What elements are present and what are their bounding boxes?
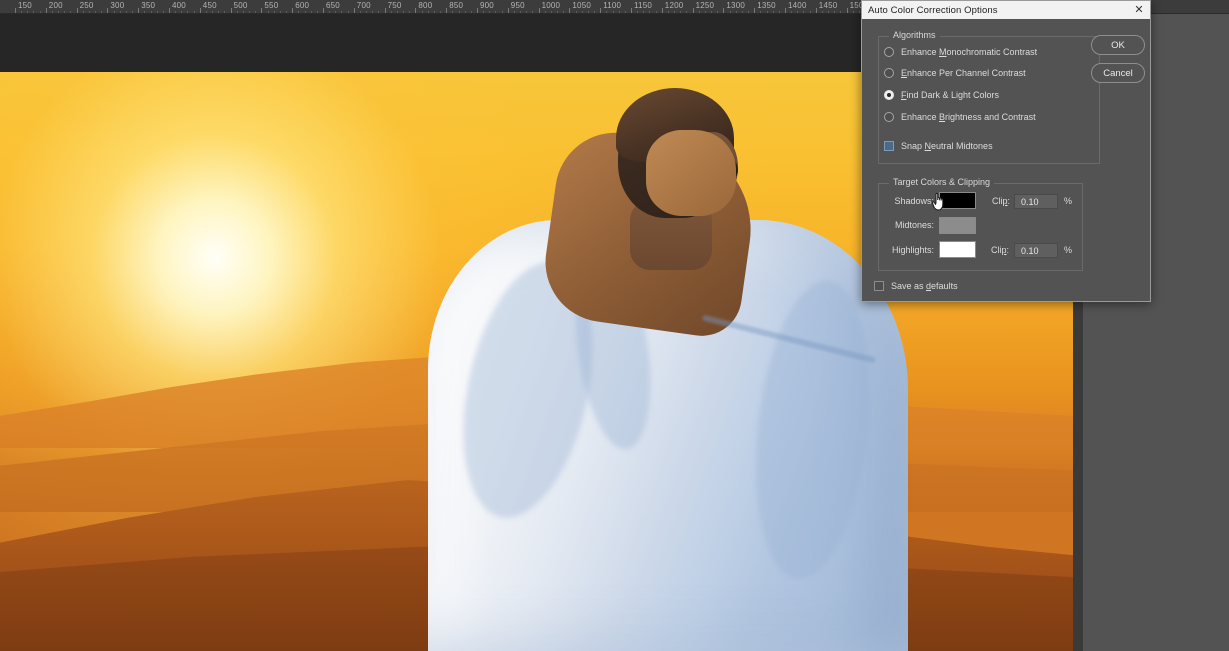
dialog-title-bar[interactable]: Auto Color Correction Options ✕ bbox=[862, 1, 1150, 19]
checkbox-icon bbox=[884, 141, 894, 151]
ruler-label: 250 bbox=[80, 0, 94, 12]
shadows-percent-label: % bbox=[1064, 196, 1072, 206]
radio-label: Find Dark & Light Colors bbox=[901, 90, 999, 100]
checkbox-label: Snap Neutral Midtones bbox=[901, 141, 993, 151]
ruler-label: 550 bbox=[264, 0, 278, 12]
dialog-body: Algorithms Enhance Monochromatic Contras… bbox=[862, 19, 1150, 301]
shadows-label: Shadows: bbox=[872, 196, 934, 206]
ruler-label: 500 bbox=[234, 0, 248, 12]
auto-color-correction-dialog[interactable]: Auto Color Correction Options ✕ Algorith… bbox=[861, 0, 1151, 302]
radio-enhance-per-channel-contrast[interactable]: Enhance Per Channel Contrast bbox=[884, 68, 1026, 78]
highlights-clip-label: Clip: bbox=[991, 245, 1009, 255]
midtones-color-swatch[interactable] bbox=[939, 217, 976, 234]
target-colors-legend: Target Colors & Clipping bbox=[889, 177, 994, 187]
ruler-label: 750 bbox=[388, 0, 402, 12]
ruler-label: 650 bbox=[326, 0, 340, 12]
ruler-label: 350 bbox=[141, 0, 155, 12]
ruler-label: 850 bbox=[449, 0, 463, 12]
radio-enhance-brightness-and-contrast[interactable]: Enhance Brightness and Contrast bbox=[884, 112, 1036, 122]
highlights-clip-input[interactable]: 0.10 bbox=[1014, 243, 1058, 258]
radio-icon bbox=[884, 112, 894, 122]
ok-button[interactable]: OK bbox=[1091, 35, 1145, 55]
radio-enhance-monochromatic-contrast[interactable]: Enhance Monochromatic Contrast bbox=[884, 47, 1037, 57]
ruler-label: 400 bbox=[172, 0, 186, 12]
shirt-fold bbox=[743, 275, 884, 585]
ruler-label: 200 bbox=[49, 0, 63, 12]
ruler-label: 450 bbox=[203, 0, 217, 12]
checkbox-icon bbox=[874, 281, 884, 291]
ruler-label: 800 bbox=[418, 0, 432, 12]
ruler-label: 900 bbox=[480, 0, 494, 12]
hand-pointer-cursor bbox=[931, 191, 949, 211]
dialog-title: Auto Color Correction Options bbox=[868, 5, 998, 16]
cancel-button[interactable]: Cancel bbox=[1091, 63, 1145, 83]
radio-icon bbox=[884, 47, 894, 57]
cancel-button-label: Cancel bbox=[1103, 68, 1133, 79]
shadows-clip-value: 0.10 bbox=[1021, 197, 1039, 207]
radio-icon-selected bbox=[884, 90, 894, 100]
ok-button-label: OK bbox=[1111, 40, 1125, 51]
radio-label: Enhance Brightness and Contrast bbox=[901, 112, 1036, 122]
ruler-label: 600 bbox=[295, 0, 309, 12]
checkbox-label: Save as defaults bbox=[891, 281, 958, 291]
shadows-clip-input[interactable]: 0.10 bbox=[1014, 194, 1058, 209]
checkbox-snap-neutral-midtones[interactable]: Snap Neutral Midtones bbox=[884, 141, 993, 151]
ruler-label: 300 bbox=[110, 0, 124, 12]
shadows-clip-label: Clip: bbox=[992, 196, 1010, 206]
person-hand bbox=[646, 130, 736, 216]
radio-icon bbox=[884, 68, 894, 78]
photoshop-window: 150 200 250 300 350 400 450 500 550 600 650 700 750 8… bbox=[0, 0, 1229, 651]
checkbox-save-as-defaults[interactable]: Save as defaults bbox=[874, 281, 958, 291]
highlights-clip-value: 0.10 bbox=[1021, 246, 1039, 256]
ruler-label: 700 bbox=[357, 0, 371, 12]
ruler-label: 150 bbox=[18, 0, 32, 12]
radio-find-dark-and-light-colors[interactable]: Find Dark & Light Colors bbox=[884, 90, 999, 100]
radio-label: Enhance Per Channel Contrast bbox=[901, 68, 1026, 78]
close-icon[interactable]: ✕ bbox=[1132, 3, 1146, 17]
highlights-color-swatch[interactable] bbox=[939, 241, 976, 258]
algorithms-legend: Algorithms bbox=[889, 30, 940, 40]
midtones-label: Midtones: bbox=[872, 220, 934, 230]
highlights-percent-label: % bbox=[1064, 245, 1072, 255]
radio-label: Enhance Monochromatic Contrast bbox=[901, 47, 1037, 57]
ruler-label: 950 bbox=[511, 0, 525, 12]
highlights-label: Highlights: bbox=[872, 245, 934, 255]
